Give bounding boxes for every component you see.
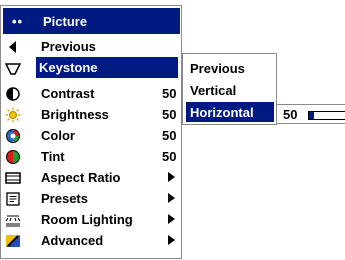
menu-item-contrast[interactable]: Contrast 50: [3, 83, 180, 104]
keystone-icon: [5, 63, 21, 75]
menu-item-label: Color: [41, 128, 75, 143]
menu-item-value: 50: [162, 86, 177, 101]
menu-item-label: Brightness: [41, 107, 109, 122]
menu-item-label: Aspect Ratio: [41, 170, 121, 185]
menu-item-label: Room Lighting: [41, 212, 133, 227]
menu-title: Picture: [43, 13, 88, 29]
submenu-arrow-icon: [168, 193, 175, 203]
submenu-item-vertical[interactable]: Vertical: [186, 80, 274, 100]
menu-item-value: 50: [162, 149, 177, 164]
contrast-icon: [6, 87, 20, 101]
tint-icon: [6, 150, 20, 164]
presets-icon: [6, 192, 20, 206]
submenu-item-previous[interactable]: Previous: [186, 58, 274, 78]
color-wheel-icon: [6, 129, 20, 143]
keystone-submenu: Previous Vertical Horizontal: [182, 53, 277, 125]
room-lighting-icon: [5, 215, 21, 227]
menu-item-label: Advanced: [41, 233, 104, 248]
menu-item-keystone[interactable]: Keystone: [36, 57, 218, 78]
menu-item-brightness[interactable]: Brightness 50: [3, 104, 180, 125]
menu-item-value: 50: [162, 128, 177, 143]
submenu-item-horizontal[interactable]: Horizontal: [186, 102, 274, 122]
slider-value: 50: [283, 107, 298, 122]
menu-item-value: 50: [162, 107, 177, 122]
slider-fill: [309, 112, 314, 119]
menu-header: •• Picture: [3, 8, 180, 34]
menu-item-label: Tint: [41, 149, 65, 164]
menu-item-room-lighting[interactable]: Room Lighting: [3, 209, 180, 230]
menu-item-presets[interactable]: Presets: [3, 188, 180, 209]
back-arrow-icon: [9, 41, 16, 53]
horizontal-keystone-slider[interactable]: 50: [277, 104, 345, 124]
submenu-arrow-icon: [168, 172, 175, 182]
menu-item-aspect-ratio[interactable]: Aspect Ratio: [3, 167, 180, 188]
menu-item-color[interactable]: Color 50: [3, 125, 180, 146]
menu-dots-icon: ••: [12, 13, 24, 29]
submenu-arrow-icon: [168, 214, 175, 224]
menu-item-advanced[interactable]: Advanced: [3, 230, 180, 251]
menu-item-label: Keystone: [39, 60, 98, 75]
picture-menu: •• Picture Previous Keystone Contrast 50…: [0, 5, 218, 259]
menu-item-label: Presets: [41, 191, 88, 206]
menu-item-previous[interactable]: Previous: [3, 36, 180, 57]
submenu-arrow-icon: [168, 235, 175, 245]
menu-item-tint[interactable]: Tint 50: [3, 146, 180, 167]
advanced-icon: [6, 235, 20, 247]
menu-item-label: Contrast: [41, 86, 95, 101]
brightness-sun-icon: [5, 107, 21, 123]
menu-item-label: Previous: [41, 39, 96, 54]
aspect-ratio-icon: [5, 172, 21, 184]
